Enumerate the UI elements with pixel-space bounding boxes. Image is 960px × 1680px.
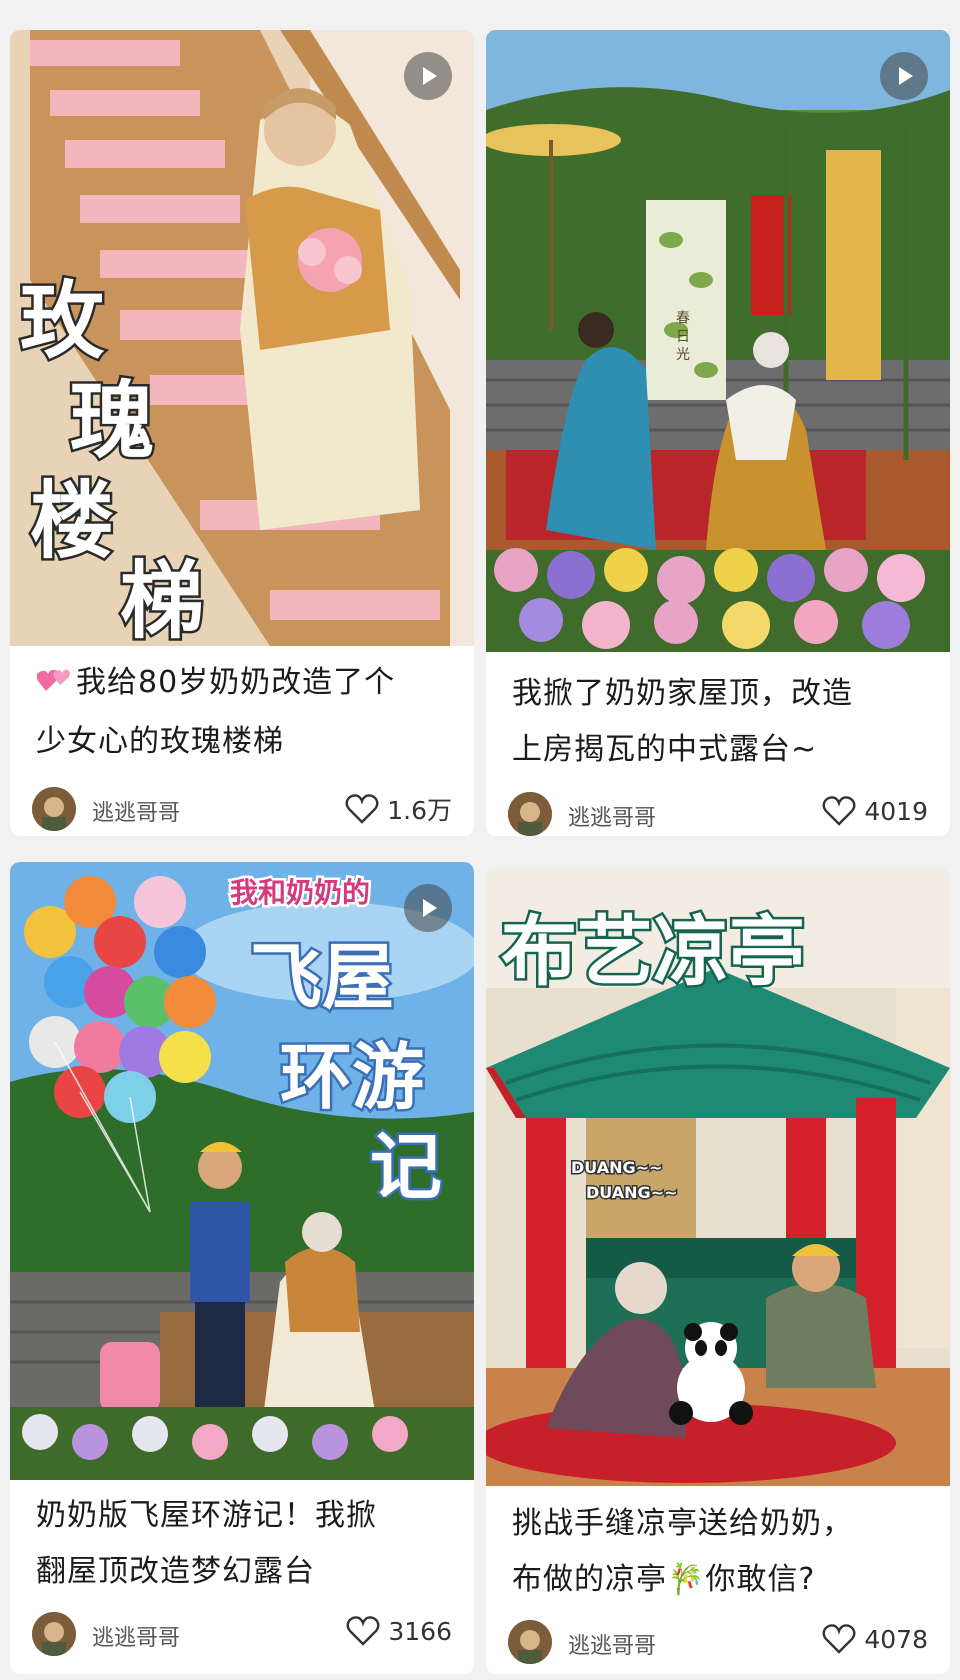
note-title-line-1: 我掀了奶奶家屋顶，改造 [512, 676, 853, 711]
like-count: 4019 [864, 796, 928, 826]
note-title-line-1: 我给80岁奶奶改造了个 [76, 665, 396, 700]
avatar[interactable] [32, 787, 76, 831]
sound-text-2: DUANG~~ [586, 1183, 678, 1202]
note-title[interactable]: 我掀了奶奶家屋顶，改造 上房揭瓦的中式露台~ [512, 666, 928, 778]
like-button[interactable]: 3166 [346, 1616, 452, 1646]
play-icon[interactable] [880, 52, 928, 100]
overlay-title: 布艺凉亭 [501, 907, 805, 996]
cover-image-rooftop-terrace[interactable]: 春 日 光 [486, 30, 950, 652]
cover-image-flying-house[interactable]: 我和奶奶的 飞屋 环游 记 [10, 862, 474, 1480]
note-meta: 逃逃哥哥 4019 [508, 790, 928, 836]
overlay-line-1: 飞屋 [250, 935, 394, 1019]
note-title-line-2: 布做的凉亭🎋你敢信? [512, 1562, 816, 1597]
note-title[interactable]: 奶奶版飞屋环游记！我掀 翻屋顶改造梦幻露台 [36, 1488, 452, 1600]
like-count: 3166 [388, 1616, 452, 1646]
like-button[interactable]: 1.6万 [345, 791, 452, 827]
sound-text-1: DUANG~~ [571, 1158, 663, 1177]
note-title[interactable]: 挑战手缝凉亭送给奶奶， 布做的凉亭🎋你敢信? [512, 1496, 928, 1608]
overlay-line-2: 环游 [280, 1035, 424, 1119]
overlay-char-2: 瑰 [70, 372, 154, 470]
like-button[interactable]: 4078 [822, 1624, 928, 1654]
author-name[interactable]: 逃逃哥哥 [92, 1620, 180, 1652]
note-card-rooftop-terrace[interactable]: 春 日 光 我掀了奶奶家屋顶，改造 上房揭瓦的中式露台~ 逃逃哥哥 4019 [486, 30, 950, 836]
avatar[interactable] [508, 1620, 552, 1664]
author-name[interactable]: 逃逃哥哥 [92, 795, 180, 827]
like-button[interactable]: 4019 [822, 796, 928, 826]
note-meta: 逃逃哥哥 1.6万 [32, 785, 452, 833]
note-title-line-2: 翻屋顶改造梦幻露台 [36, 1554, 315, 1589]
overlay-char-4: 梯 [120, 552, 204, 646]
cover-image-rose-stairs[interactable]: 玫 瑰 楼 梯 [10, 30, 474, 646]
two-hearts-icon [36, 658, 72, 714]
heart-outline-icon [346, 1616, 380, 1646]
note-title-line-2: 少女心的玫瑰楼梯 [36, 724, 284, 759]
author-name[interactable]: 逃逃哥哥 [568, 800, 656, 832]
note-card-fabric-pavilion[interactable]: 布艺凉亭 DUANG~~ DUANG~~ 挑战手缝凉亭送给奶奶， 布做的凉亭🎋你… [486, 868, 950, 1674]
like-count: 1.6万 [387, 796, 452, 825]
heart-outline-icon [822, 1624, 856, 1654]
heart-outline-icon [345, 794, 379, 824]
cover-image-fabric-pavilion[interactable]: 布艺凉亭 DUANG~~ DUANG~~ [486, 868, 950, 1486]
note-card-flying-house[interactable]: 我和奶奶的 飞屋 环游 记 奶奶版飞屋环游记！我掀 翻屋顶改造梦幻露台 逃逃哥哥… [10, 862, 474, 1674]
avatar[interactable] [508, 792, 552, 836]
note-meta: 逃逃哥哥 4078 [508, 1618, 928, 1666]
overlay-char-3: 楼 [30, 472, 114, 570]
play-icon[interactable] [404, 884, 452, 932]
note-title-line-1: 挑战手缝凉亭送给奶奶， [512, 1506, 853, 1541]
play-icon[interactable] [404, 52, 452, 100]
note-title[interactable]: 我给80岁奶奶改造了个 少女心的玫瑰楼梯 [36, 655, 452, 770]
overlay-line-3: 记 [370, 1125, 442, 1209]
note-title-line-1: 奶奶版飞屋环游记！我掀 [36, 1498, 377, 1533]
overlay-subtitle: 我和奶奶的 [230, 876, 370, 909]
overlay-char-1: 玫 [20, 272, 105, 370]
author-name[interactable]: 逃逃哥哥 [568, 1628, 656, 1660]
avatar[interactable] [32, 1612, 76, 1656]
note-feed: 玫 瑰 楼 梯 我给80岁奶奶改造了个 少女心的玫瑰楼梯 逃逃哥哥 1.6万 春… [0, 0, 960, 1680]
like-count: 4078 [864, 1624, 928, 1654]
note-card-rose-stairs[interactable]: 玫 瑰 楼 梯 我给80岁奶奶改造了个 少女心的玫瑰楼梯 逃逃哥哥 1.6万 [10, 30, 474, 836]
heart-outline-icon [822, 796, 856, 826]
note-meta: 逃逃哥哥 3166 [32, 1610, 452, 1658]
note-title-line-2: 上房揭瓦的中式露台~ [512, 732, 818, 767]
banner-text: 春 日 光 [674, 310, 690, 362]
